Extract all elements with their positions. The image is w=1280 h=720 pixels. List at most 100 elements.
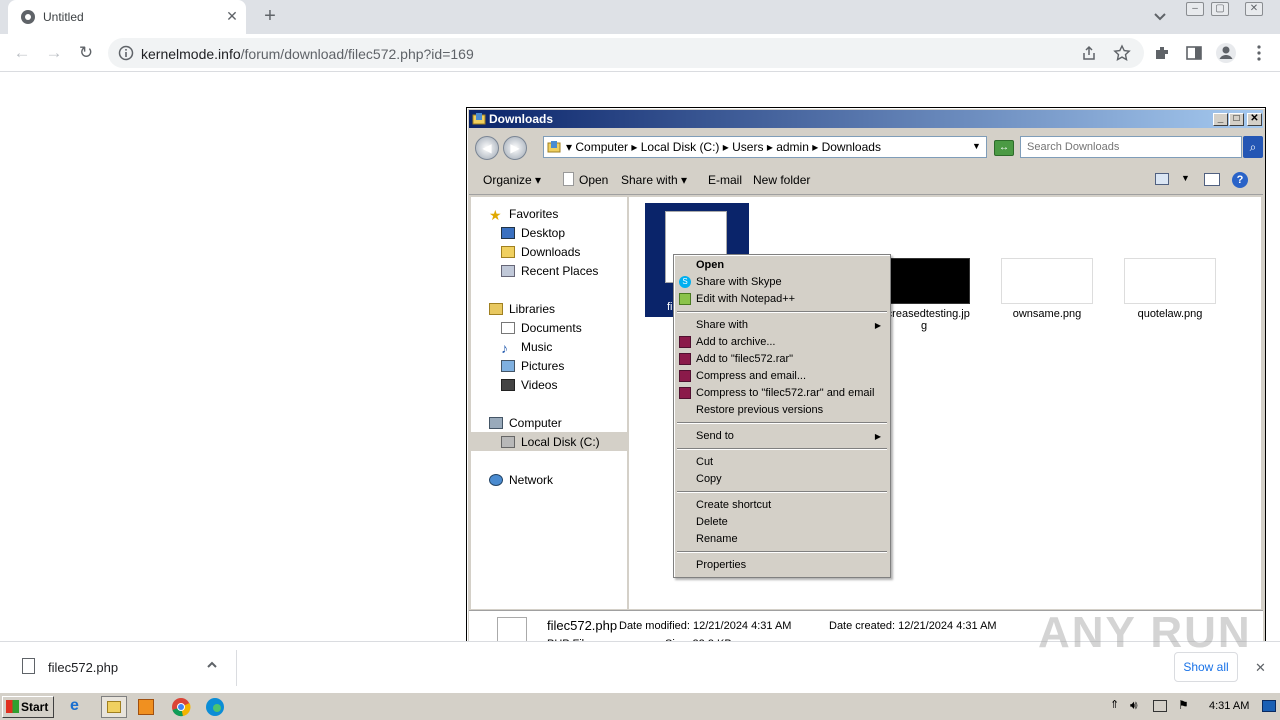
maximize-button[interactable]: □ xyxy=(1229,113,1244,126)
nav-recent[interactable]: Recent Places xyxy=(501,262,598,281)
crumb-local-disk[interactable]: Local Disk (C:) xyxy=(641,140,720,154)
nav-downloads[interactable]: Downloads xyxy=(501,243,580,262)
preview-pane-icon[interactable] xyxy=(1204,173,1220,186)
file-icon xyxy=(563,172,574,186)
edge-icon[interactable] xyxy=(205,697,225,717)
nav-videos[interactable]: Videos xyxy=(501,376,557,395)
sidepanel-icon[interactable] xyxy=(1185,44,1203,62)
crumb-users[interactable]: Users xyxy=(732,140,763,154)
downloads-icon xyxy=(501,246,515,258)
menu-separator xyxy=(677,311,887,313)
watermark: ANY RUN xyxy=(1038,608,1252,657)
crumb-downloads[interactable]: Downloads xyxy=(822,140,881,154)
window-titlebar[interactable]: Downloads _ □ ✕ xyxy=(469,110,1263,128)
menu-item-add-rar[interactable]: Add to "filec572.rar" xyxy=(677,351,887,368)
nav-network[interactable]: Network xyxy=(489,471,553,490)
menu-item-delete[interactable]: Delete xyxy=(677,514,887,531)
chevron-down-icon[interactable]: ▼ xyxy=(972,141,981,151)
menu-item-rename[interactable]: Rename xyxy=(677,531,887,548)
menu-item-compress-rar-email[interactable]: Compress to "filec572.rar" and email xyxy=(677,385,887,402)
menu-item-add-archive[interactable]: Add to archive... xyxy=(677,334,887,351)
share-with-button[interactable]: Share with ▾ xyxy=(621,173,687,187)
minimize-button[interactable]: _ xyxy=(1213,113,1228,126)
reload-icon[interactable]: ↻ xyxy=(74,41,98,65)
volume-icon[interactable]: 🔊︎ xyxy=(1130,698,1138,713)
address-bar[interactable]: kernelmode.info/forum/download/filec572.… xyxy=(108,38,1144,68)
nav-music[interactable]: ♪ Music xyxy=(501,338,552,357)
network-status-icon[interactable] xyxy=(1153,700,1167,712)
file-name: ownsame.png xyxy=(1012,308,1082,320)
menu-item-properties[interactable]: Properties xyxy=(677,557,887,574)
open-button[interactable]: Open xyxy=(579,173,608,187)
details-file-name: filec572.php xyxy=(547,618,618,633)
nav-computer[interactable]: Computer xyxy=(489,414,562,433)
back-icon[interactable]: ← xyxy=(10,41,34,65)
show-desktop-icon[interactable] xyxy=(1262,700,1276,712)
search-input[interactable] xyxy=(1020,136,1242,158)
media-player-icon[interactable] xyxy=(138,699,154,715)
nav-favorites[interactable]: ★ Favorites xyxy=(489,205,558,224)
close-button[interactable]: ✕ xyxy=(1247,113,1262,126)
url-text[interactable]: kernelmode.info/forum/download/filec572.… xyxy=(141,46,474,62)
crumb-admin[interactable]: admin xyxy=(776,140,809,154)
file-icon xyxy=(22,658,35,674)
menu-item-share-skype[interactable]: S Share with Skype xyxy=(677,274,887,291)
menu-item-share-with[interactable]: Share with ▶ xyxy=(677,317,887,334)
tab-search-icon[interactable] xyxy=(1150,8,1170,26)
menu-item-notepad[interactable]: Edit with Notepad++ xyxy=(677,291,887,308)
menu-item-copy[interactable]: Copy xyxy=(677,471,887,488)
nav-desktop[interactable]: Desktop xyxy=(501,224,565,243)
menu-item-open[interactable]: Open xyxy=(677,257,887,274)
new-tab-button[interactable]: + xyxy=(260,6,280,26)
forward-button[interactable]: ▶ xyxy=(503,136,527,160)
menu-item-create-shortcut[interactable]: Create shortcut xyxy=(677,497,887,514)
help-icon[interactable]: ? xyxy=(1232,172,1248,188)
documents-icon xyxy=(501,322,515,334)
search-icon[interactable]: ⌕ xyxy=(1243,136,1263,158)
nav-documents[interactable]: Documents xyxy=(501,319,582,338)
navigation-pane: ★ Favorites Desktop Downloads Recent Plac… xyxy=(471,197,627,609)
browser-toolbar: ← → ↻ kernelmode.info/forum/download/fil… xyxy=(0,34,1280,72)
profile-icon[interactable] xyxy=(1215,42,1237,64)
restore-button[interactable]: ▢ xyxy=(1211,2,1229,16)
menu-item-compress-email[interactable]: Compress and email... xyxy=(677,368,887,385)
info-icon[interactable] xyxy=(118,45,134,61)
crumb-computer[interactable]: Computer xyxy=(575,140,628,154)
back-button[interactable]: ◀ xyxy=(475,136,499,160)
flag-icon[interactable]: ⚑ xyxy=(1178,698,1189,712)
file-item[interactable]: ownsame.png xyxy=(992,203,1102,333)
nav-local-disk[interactable]: Local Disk (C:) xyxy=(501,433,600,452)
explorer-taskbar-button[interactable] xyxy=(101,696,127,718)
download-file-name[interactable]: filec572.php xyxy=(48,660,118,675)
new-folder-button[interactable]: New folder xyxy=(753,173,810,187)
chrome-icon[interactable] xyxy=(171,697,191,717)
minimize-button[interactable]: – xyxy=(1186,2,1204,16)
context-menu: Open S Share with Skype Edit with Notepad… xyxy=(673,254,891,578)
folder-icon xyxy=(547,141,561,153)
share-icon[interactable] xyxy=(1081,45,1097,61)
tab-untitled[interactable]: Untitled ✕ xyxy=(8,0,246,34)
close-window-button[interactable]: ✕ xyxy=(1245,2,1263,16)
tab-close-icon[interactable]: ✕ xyxy=(224,8,240,24)
ie-icon[interactable]: e xyxy=(70,697,90,717)
extensions-icon[interactable] xyxy=(1153,44,1171,62)
breadcrumb[interactable]: ▾ Computer ▸ Local Disk (C:) ▸ Users ▸ a… xyxy=(543,136,987,158)
menu-item-send-to[interactable]: Send to ▶ xyxy=(677,428,887,445)
organize-button[interactable]: Organize ▾ xyxy=(483,173,541,187)
menu-icon[interactable] xyxy=(1250,44,1268,62)
nav-libraries[interactable]: Libraries xyxy=(489,300,555,319)
chevron-up-icon[interactable]: ⇑ xyxy=(1110,698,1119,711)
chevron-down-icon[interactable]: ▼ xyxy=(1181,173,1190,183)
refresh-button[interactable]: ↔ xyxy=(994,140,1014,156)
start-button[interactable]: Start xyxy=(2,696,54,718)
chevron-up-icon[interactable] xyxy=(205,658,219,672)
nav-pictures[interactable]: Pictures xyxy=(501,357,564,376)
star-icon[interactable] xyxy=(1113,44,1131,62)
file-item[interactable]: quotelaw.png xyxy=(1115,203,1225,333)
menu-item-restore[interactable]: Restore previous versions xyxy=(677,402,887,419)
email-button[interactable]: E-mail xyxy=(708,173,742,187)
forward-icon[interactable]: → xyxy=(42,41,66,65)
menu-item-cut[interactable]: Cut xyxy=(677,454,887,471)
close-download-bar-icon[interactable]: ✕ xyxy=(1255,660,1266,676)
views-icon[interactable] xyxy=(1155,173,1169,185)
